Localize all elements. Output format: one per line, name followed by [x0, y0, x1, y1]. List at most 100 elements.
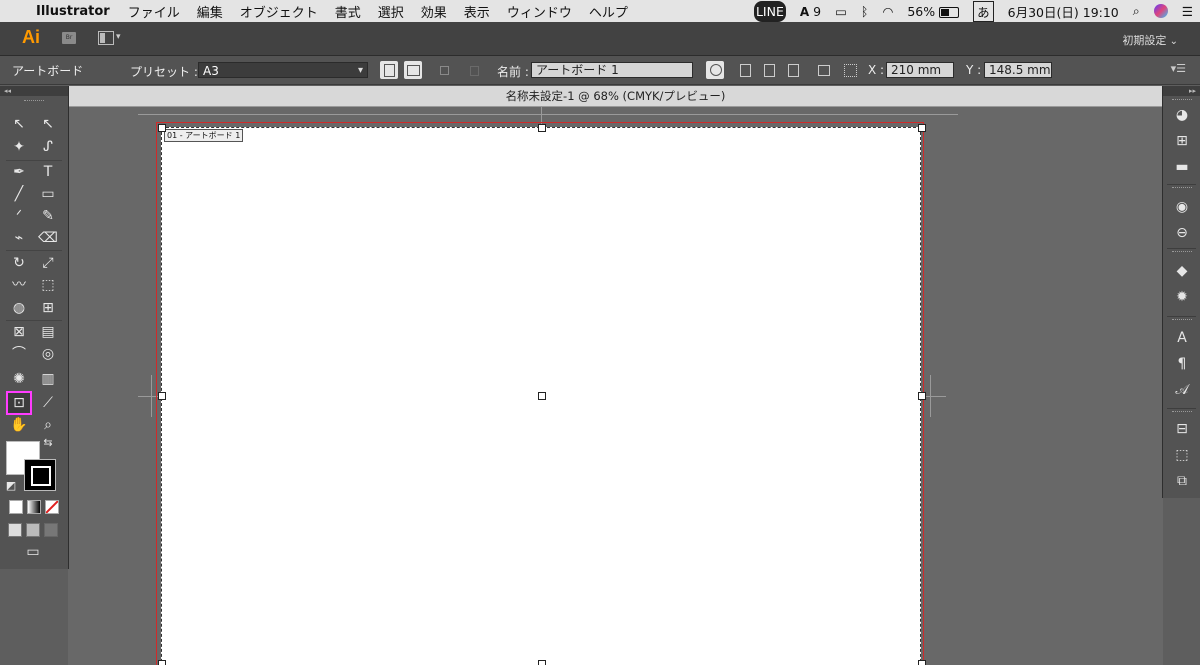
pencil-tool-icon[interactable]: ✎ — [37, 206, 59, 226]
tools-collapse[interactable]: ◂◂ — [0, 86, 68, 96]
spotlight-icon[interactable]: ⌕ — [1133, 3, 1140, 19]
zoom-tool-icon[interactable]: ⌕ — [37, 415, 59, 435]
gradient-mode-button[interactable] — [27, 500, 41, 514]
magic-wand-tool-icon[interactable]: ✦ — [8, 137, 30, 157]
landscape-orientation-button[interactable] — [404, 61, 422, 79]
direct-selection-tool-icon[interactable]: ↖ — [37, 114, 59, 134]
pen-tool-icon[interactable]: ✒ — [8, 162, 30, 182]
resize-handle-left[interactable] — [158, 392, 166, 400]
symbols-panel-icon[interactable]: ✹ — [1172, 288, 1192, 306]
adobe-cc-icon[interactable]: A 9 — [800, 4, 821, 19]
links-panel-icon[interactable]: ⊖ — [1172, 224, 1192, 242]
show-center-mark-button[interactable] — [736, 61, 754, 79]
line-icon[interactable]: LINE — [753, 0, 786, 22]
menu-file[interactable]: ファイル — [128, 2, 180, 21]
portrait-orientation-button[interactable] — [380, 61, 398, 79]
delete-artboard-button[interactable] — [466, 61, 484, 79]
artboard-name-input[interactable]: アートボード 1 — [531, 62, 693, 78]
default-colors-icon[interactable]: ◩ — [3, 479, 19, 493]
perspective-grid-tool-icon[interactable]: ⊞ — [37, 298, 59, 318]
resize-handle-bottom[interactable] — [538, 660, 546, 665]
x-position-input[interactable]: 210 mm — [886, 62, 954, 78]
wifi-icon[interactable]: ◠ — [882, 4, 893, 19]
battery-status[interactable]: 56% — [907, 4, 960, 19]
bridge-button[interactable]: Br — [62, 32, 76, 44]
resize-handle-top-right[interactable] — [918, 124, 926, 132]
column-graph-tool-icon[interactable]: ▥ — [37, 369, 59, 389]
resize-handle-top[interactable] — [538, 124, 546, 132]
appearance-panel-icon[interactable]: ◉ — [1172, 198, 1192, 216]
opentype-panel-icon[interactable]: 𝒜 — [1172, 381, 1192, 399]
paintbrush-tool-icon[interactable]: ᐟ — [8, 206, 30, 226]
notification-center-icon[interactable]: ☰ — [1182, 4, 1193, 19]
panel-grip[interactable] — [24, 100, 44, 103]
paragraph-panel-icon[interactable]: ¶ — [1172, 355, 1192, 373]
menu-effect[interactable]: 効果 — [421, 2, 447, 21]
layers-panel-icon[interactable]: ◆ — [1172, 262, 1192, 280]
menu-window[interactable]: ウィンドウ — [507, 2, 572, 21]
show-cross-hairs-button[interactable] — [760, 61, 778, 79]
show-video-safe-button[interactable] — [784, 61, 802, 79]
screen-mode-icon[interactable]: ▭ — [20, 542, 46, 562]
menu-object[interactable]: オブジェクト — [240, 2, 318, 21]
gradient-panel-icon[interactable]: ▬ — [1172, 158, 1192, 176]
artboard-options-button[interactable] — [814, 61, 832, 79]
resize-handle-bottom-left[interactable] — [158, 660, 166, 665]
reference-point-button[interactable] — [840, 61, 858, 79]
resize-handle-top-left[interactable] — [158, 124, 166, 132]
menu-help[interactable]: ヘルプ — [589, 2, 628, 21]
center-point-handle[interactable] — [538, 392, 546, 400]
stroke-swatch[interactable] — [24, 459, 56, 491]
panel-grip[interactable] — [1172, 99, 1192, 102]
type-tool-icon[interactable]: T — [37, 162, 59, 182]
arrange-documents-icon[interactable] — [98, 31, 114, 45]
color-mode-button[interactable] — [9, 500, 23, 514]
bluetooth-icon[interactable]: ᛒ — [861, 4, 869, 19]
none-mode-button[interactable] — [45, 500, 59, 514]
align-panel-icon[interactable]: ⊟ — [1172, 420, 1192, 438]
draw-normal-button[interactable] — [8, 523, 22, 537]
y-position-input[interactable]: 148.5 mm — [984, 62, 1052, 78]
scale-tool-icon[interactable]: ⤢ — [37, 253, 59, 273]
pathfinder-panel-icon[interactable]: ⧉ — [1172, 472, 1192, 490]
gradient-tool-icon[interactable]: ▤ — [37, 322, 59, 342]
menu-select[interactable]: 選択 — [378, 2, 404, 21]
blend-tool-icon[interactable]: ◎ — [37, 344, 59, 364]
menu-view[interactable]: 表示 — [464, 2, 490, 21]
shape-builder-tool-icon[interactable]: ◍ — [8, 298, 30, 318]
menu-type[interactable]: 書式 — [335, 2, 361, 21]
symbol-sprayer-tool-icon[interactable]: ✺ — [8, 369, 30, 389]
artboard-tool-icon[interactable]: ⊡ — [6, 391, 32, 415]
selection-tool-icon[interactable]: ↖ — [8, 114, 30, 134]
rotate-tool-icon[interactable]: ↻ — [8, 253, 30, 273]
swatches-panel-icon[interactable]: ⊞ — [1172, 132, 1192, 150]
rectangle-tool-icon[interactable]: ▭ — [37, 184, 59, 204]
resize-handle-right[interactable] — [918, 392, 926, 400]
clock[interactable]: 6月30日(日) 19:10 — [1008, 2, 1119, 21]
document-tab[interactable]: 名称未設定-1 @ 68% (CMYK/プレビュー) — [68, 86, 1163, 107]
slice-tool-icon[interactable]: ⟋ — [37, 393, 59, 413]
mesh-tool-icon[interactable]: ⊠ — [8, 322, 30, 342]
workspace-switcher[interactable]: 初期設定 — [1122, 32, 1178, 48]
input-method-icon[interactable]: あ — [973, 0, 994, 22]
transform-panel-icon[interactable]: ⬚ — [1172, 446, 1192, 464]
dock-collapse[interactable]: ▸▸ — [1163, 86, 1200, 96]
lasso-tool-icon[interactable]: ᔑ — [37, 137, 59, 157]
chevron-down-icon[interactable]: ▾ — [116, 32, 121, 42]
warp-tool-icon[interactable]: 〰 — [8, 275, 30, 295]
free-transform-tool-icon[interactable]: ⬚ — [37, 275, 59, 295]
character-panel-icon[interactable]: A — [1172, 329, 1192, 347]
panel-grip[interactable] — [1172, 411, 1192, 414]
blob-brush-tool-icon[interactable]: ⌁ — [8, 228, 30, 248]
panel-grip[interactable] — [1172, 319, 1192, 322]
menu-edit[interactable]: 編集 — [197, 2, 223, 21]
siri-icon[interactable] — [1153, 4, 1168, 18]
airplay-icon[interactable]: ▭ — [835, 4, 847, 19]
line-tool-icon[interactable]: ╱ — [8, 184, 30, 204]
draw-behind-button[interactable] — [26, 523, 40, 537]
control-panel-menu-icon[interactable]: ▾☰ — [1171, 62, 1186, 75]
hand-tool-icon[interactable]: ✋ — [8, 415, 30, 435]
preset-select[interactable]: A3 — [198, 62, 368, 79]
app-menu[interactable]: Illustrator — [36, 4, 110, 19]
new-artboard-button[interactable] — [436, 61, 454, 79]
